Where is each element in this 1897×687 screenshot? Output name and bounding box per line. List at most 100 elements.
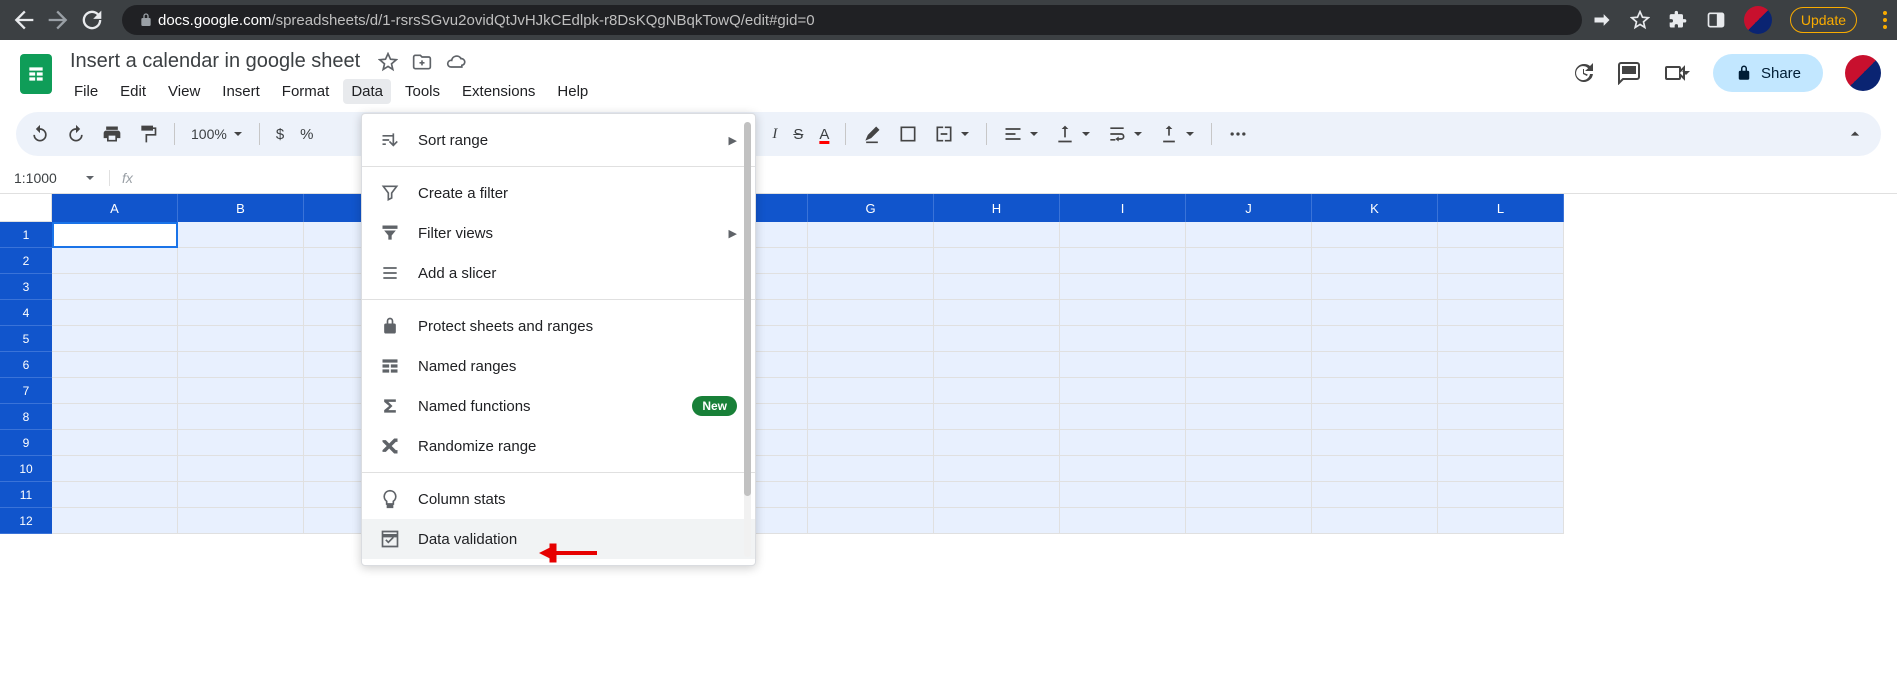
cell[interactable] <box>1438 352 1564 378</box>
menu-item-sort-range[interactable]: Sort range▶ <box>362 120 755 160</box>
row-header[interactable]: 2 <box>0 248 52 274</box>
cell[interactable] <box>1312 430 1438 456</box>
cell[interactable] <box>52 352 178 378</box>
cell[interactable] <box>178 404 304 430</box>
col-header[interactable]: L <box>1438 194 1564 222</box>
cell[interactable] <box>934 222 1060 248</box>
star-outline-icon[interactable] <box>378 52 398 72</box>
paint-format-icon[interactable] <box>138 124 158 144</box>
share-button[interactable]: Share <box>1713 54 1823 92</box>
name-box[interactable]: 1:1000 <box>0 170 110 186</box>
currency-format[interactable]: $ <box>276 126 284 143</box>
col-header[interactable]: H <box>934 194 1060 222</box>
cell[interactable] <box>808 274 934 300</box>
cell[interactable] <box>934 352 1060 378</box>
cell[interactable] <box>1438 404 1564 430</box>
row-header[interactable]: 1 <box>0 222 52 248</box>
address-bar[interactable]: docs.google.com/spreadsheets/d/1-rsrsSGv… <box>122 5 1582 35</box>
row-header[interactable]: 11 <box>0 482 52 508</box>
select-all-corner[interactable] <box>0 194 52 222</box>
cell[interactable] <box>1060 326 1186 352</box>
cell[interactable] <box>1312 326 1438 352</box>
cell[interactable] <box>1186 404 1312 430</box>
cell[interactable] <box>808 248 934 274</box>
cell[interactable] <box>178 248 304 274</box>
cell[interactable] <box>52 430 178 456</box>
chevron-down-icon[interactable] <box>960 129 970 139</box>
menu-item-create-a-filter[interactable]: Create a filter <box>362 173 755 213</box>
col-header[interactable]: G <box>808 194 934 222</box>
cell[interactable] <box>808 456 934 482</box>
cell[interactable] <box>808 508 934 534</box>
cell[interactable] <box>178 300 304 326</box>
cell[interactable] <box>1060 508 1186 534</box>
strike-icon[interactable]: S <box>793 126 803 143</box>
cell[interactable] <box>934 482 1060 508</box>
cell[interactable] <box>934 300 1060 326</box>
cell[interactable] <box>1186 430 1312 456</box>
menu-file[interactable]: File <box>66 79 106 104</box>
redo-icon[interactable] <box>66 124 86 144</box>
cell[interactable] <box>52 482 178 508</box>
cell[interactable] <box>1312 378 1438 404</box>
star-icon[interactable] <box>1630 10 1650 30</box>
col-header[interactable]: I <box>1060 194 1186 222</box>
menu-help[interactable]: Help <box>549 79 596 104</box>
menu-item-named-ranges[interactable]: Named ranges <box>362 346 755 386</box>
cell[interactable] <box>1186 352 1312 378</box>
print-icon[interactable] <box>102 124 122 144</box>
cell[interactable] <box>1438 248 1564 274</box>
move-icon[interactable] <box>412 52 432 72</box>
cell[interactable] <box>1312 300 1438 326</box>
cell[interactable] <box>1438 300 1564 326</box>
cell[interactable] <box>808 404 934 430</box>
cell[interactable] <box>934 248 1060 274</box>
italic-icon[interactable]: I <box>772 126 777 143</box>
cell[interactable] <box>52 222 178 248</box>
cell[interactable] <box>1060 248 1186 274</box>
cell[interactable] <box>934 430 1060 456</box>
wrap-icon[interactable] <box>1107 124 1127 144</box>
row-header[interactable]: 5 <box>0 326 52 352</box>
menu-item-protect-sheets-and-ranges[interactable]: Protect sheets and ranges <box>362 306 755 346</box>
row-header[interactable]: 9 <box>0 430 52 456</box>
cell[interactable] <box>52 404 178 430</box>
cell[interactable] <box>1438 274 1564 300</box>
cell[interactable] <box>934 274 1060 300</box>
col-header[interactable]: A <box>52 194 178 222</box>
chevron-down-icon[interactable] <box>233 129 243 139</box>
cell[interactable] <box>1438 430 1564 456</box>
cloud-icon[interactable] <box>446 52 466 72</box>
forward-button[interactable] <box>44 6 72 34</box>
menu-format[interactable]: Format <box>274 79 338 104</box>
cell[interactable] <box>1312 248 1438 274</box>
cell[interactable] <box>178 274 304 300</box>
menu-item-data-validation[interactable]: Data validation <box>362 519 755 559</box>
chevron-down-icon[interactable] <box>1185 129 1195 139</box>
reload-button[interactable] <box>78 6 106 34</box>
menu-item-randomize-range[interactable]: Randomize range <box>362 426 755 466</box>
cell[interactable] <box>52 300 178 326</box>
cell[interactable] <box>52 378 178 404</box>
rotate-icon[interactable] <box>1159 124 1179 144</box>
cell[interactable] <box>178 430 304 456</box>
document-title[interactable]: Insert a calendar in google sheet <box>66 48 364 75</box>
menu-data[interactable]: Data <box>343 79 391 104</box>
cell[interactable] <box>1438 508 1564 534</box>
cell[interactable] <box>178 508 304 534</box>
cell[interactable] <box>178 326 304 352</box>
cell[interactable] <box>1186 274 1312 300</box>
cell[interactable] <box>808 430 934 456</box>
row-header[interactable]: 4 <box>0 300 52 326</box>
text-color-icon[interactable]: A <box>819 126 829 143</box>
chevron-down-icon[interactable] <box>1081 129 1091 139</box>
chevron-down-icon[interactable] <box>1133 129 1143 139</box>
menu-insert[interactable]: Insert <box>214 79 268 104</box>
cell[interactable] <box>52 326 178 352</box>
cell[interactable] <box>1186 326 1312 352</box>
cell[interactable] <box>1186 300 1312 326</box>
menu-item-column-stats[interactable]: Column stats <box>362 479 755 519</box>
cell[interactable] <box>808 482 934 508</box>
cell[interactable] <box>1312 222 1438 248</box>
cell[interactable] <box>1060 404 1186 430</box>
